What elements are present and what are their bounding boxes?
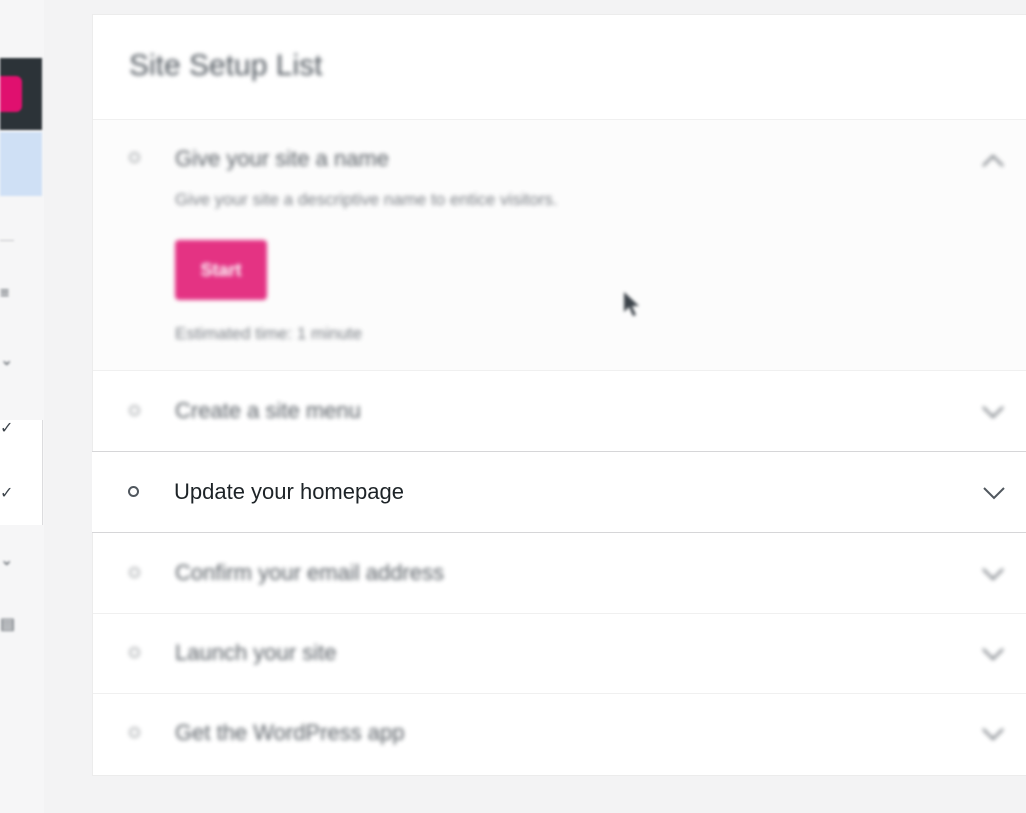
sidebar-item-selected[interactable] bbox=[0, 132, 42, 196]
task-description: Give your site a descriptive name to ent… bbox=[175, 190, 558, 209]
circle-icon bbox=[129, 647, 140, 658]
checkmark-icon: ✓ bbox=[0, 485, 14, 502]
task-title: Launch your site bbox=[175, 640, 337, 665]
chevron-down-icon[interactable] bbox=[979, 639, 1007, 667]
task-confirm-email[interactable]: Confirm your email address bbox=[93, 533, 1026, 614]
chevron-down-icon[interactable] bbox=[979, 397, 1007, 425]
task-launch-site[interactable]: Launch your site bbox=[93, 613, 1026, 694]
sidebar: ≡ ⌄ ✓ ✓ ⌄ ▤ bbox=[0, 0, 44, 813]
mouse-cursor-icon bbox=[624, 292, 639, 316]
sidebar-item-icon[interactable]: ▤ bbox=[0, 614, 15, 634]
task-create-site-menu[interactable]: Create a site menu bbox=[93, 371, 1026, 452]
task-title: Confirm your email address bbox=[175, 560, 444, 585]
task-title: Get the WordPress app bbox=[175, 720, 405, 745]
sidebar-item-icon[interactable]: ⌄ bbox=[0, 350, 14, 370]
circle-icon bbox=[128, 486, 139, 497]
task-title: Give your site a name bbox=[175, 146, 389, 171]
circle-icon bbox=[129, 152, 140, 163]
chevron-down-icon[interactable] bbox=[979, 719, 1007, 747]
chevron-up-icon[interactable] bbox=[979, 148, 1007, 176]
start-button[interactable]: Start bbox=[175, 240, 267, 300]
task-get-app[interactable]: Get the WordPress app bbox=[93, 693, 1026, 773]
sidebar-item-icon[interactable]: ≡ bbox=[0, 285, 14, 303]
chevron-down-icon[interactable] bbox=[979, 559, 1007, 587]
task-title: Update your homepage bbox=[174, 479, 404, 504]
checkmark-icon: ✓ bbox=[0, 420, 14, 437]
sidebar-item-icon[interactable]: ⌄ bbox=[0, 550, 14, 570]
sidebar-divider bbox=[0, 240, 14, 241]
card-title: Site Setup List bbox=[129, 49, 323, 82]
card-header: Site Setup List bbox=[93, 15, 1026, 120]
circle-icon bbox=[129, 567, 140, 578]
circle-icon bbox=[129, 405, 140, 416]
task-give-site-name[interactable]: Give your site a name Give your site a d… bbox=[93, 120, 1026, 371]
circle-icon bbox=[129, 727, 140, 738]
sidebar-site-switcher[interactable] bbox=[0, 58, 42, 130]
chevron-down-icon[interactable] bbox=[980, 478, 1008, 506]
task-estimate: Estimated time: 1 minute bbox=[175, 324, 363, 343]
site-icon bbox=[0, 76, 22, 112]
task-update-homepage[interactable]: Update your homepage bbox=[92, 451, 1026, 533]
task-title: Create a site menu bbox=[175, 398, 361, 423]
site-setup-card: Site Setup List Give your site a name Gi… bbox=[92, 14, 1026, 776]
